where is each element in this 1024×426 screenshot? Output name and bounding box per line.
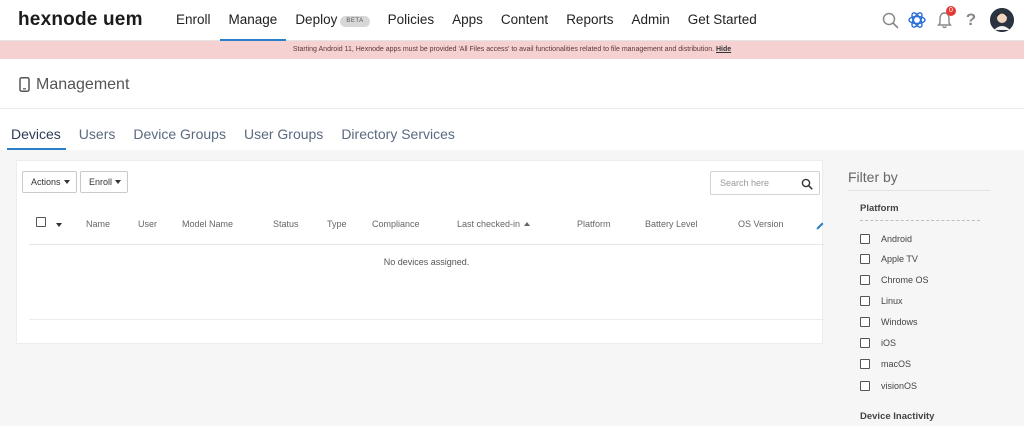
linux-checkbox[interactable]: [860, 296, 870, 306]
tab-directory-services[interactable]: Directory Services: [332, 120, 464, 150]
user-avatar[interactable]: [990, 8, 1014, 32]
chrome-os-checkbox[interactable]: [860, 275, 870, 285]
edit-columns-icon[interactable]: [815, 218, 825, 236]
nav-policies[interactable]: Policies: [379, 0, 444, 41]
filter-option-chrome-os[interactable]: Chrome OS: [860, 273, 929, 287]
tab-device-groups[interactable]: Device Groups: [124, 120, 235, 150]
nav-deploy-label: Deploy: [295, 12, 338, 27]
devices-panel: Actions Enroll Search here Name User Mod…: [16, 160, 824, 344]
mobile-device-icon: [19, 77, 30, 97]
actions-label: Actions: [31, 177, 61, 187]
filter-option-label: visionOS: [881, 381, 918, 391]
top-icons: 0 ?: [874, 6, 1014, 34]
sort-ascending-icon: [524, 222, 531, 226]
notice-banner: Starting Android 11, Hexnode apps must b…: [0, 41, 1024, 59]
filter-option-ios[interactable]: iOS: [860, 336, 896, 350]
filter-option-label: Chrome OS: [881, 275, 929, 285]
filter-option-android[interactable]: Android: [860, 232, 912, 246]
column-last-checked-in-label: Last checked-in: [457, 219, 521, 229]
nav-reports[interactable]: Reports: [557, 0, 622, 41]
apple-tv-checkbox[interactable]: [860, 254, 870, 264]
main-nav: Enroll Manage Deploy BETA Policies Apps C…: [167, 0, 766, 41]
page-title: Management: [36, 76, 130, 93]
top-navigation-bar: hexnode uem Enroll Manage Deploy BETA Pol…: [0, 0, 1024, 41]
filter-option-label: macOS: [881, 359, 912, 369]
beta-badge: BETA: [340, 16, 370, 27]
ios-checkbox[interactable]: [860, 338, 870, 348]
nav-content[interactable]: Content: [492, 0, 557, 41]
empty-state-message: No devices assigned.: [383, 257, 470, 267]
nav-apps[interactable]: Apps: [443, 0, 492, 41]
management-tabs: Devices Users Device Groups User Groups …: [0, 120, 464, 150]
nav-admin[interactable]: Admin: [622, 0, 678, 41]
select-all-checkbox[interactable]: [36, 217, 46, 227]
android-checkbox[interactable]: [860, 234, 870, 244]
hide-banner-link[interactable]: Hide: [716, 46, 731, 53]
enroll-label: Enroll: [89, 177, 113, 187]
search-input[interactable]: Search here: [710, 171, 820, 195]
nav-enroll[interactable]: Enroll: [167, 0, 220, 41]
filter-option-apple-tv[interactable]: Apple TV: [860, 252, 918, 266]
filter-option-windows[interactable]: Windows: [860, 315, 918, 329]
help-icon[interactable]: ?: [960, 9, 982, 31]
column-os-version[interactable]: OS Version: [738, 219, 784, 229]
macos-checkbox[interactable]: [860, 359, 870, 369]
filter-option-linux[interactable]: Linux: [860, 294, 903, 308]
search-placeholder: Search here: [720, 178, 770, 188]
filter-option-label: Android: [881, 234, 913, 244]
column-battery-level[interactable]: Battery Level: [645, 219, 698, 229]
filter-option-label: Apple TV: [881, 254, 918, 264]
filter-platform-heading: Platform: [860, 203, 899, 214]
tab-users[interactable]: Users: [70, 120, 125, 150]
banner-message: Starting Android 11, Hexnode apps must b…: [292, 46, 716, 53]
chevron-down-icon: [63, 180, 70, 184]
table-header: Name User Model Name Status Type Complia…: [29, 203, 824, 245]
filter-title: Filter by: [848, 169, 898, 185]
filter-option-label: iOS: [881, 338, 897, 348]
actions-button[interactable]: Actions: [22, 171, 77, 193]
column-user[interactable]: User: [138, 219, 157, 229]
windows-checkbox[interactable]: [860, 317, 870, 327]
column-status[interactable]: Status: [273, 219, 299, 229]
column-type[interactable]: Type: [327, 219, 347, 229]
search-icon[interactable]: [801, 177, 813, 195]
search-icon[interactable]: [879, 9, 901, 31]
enroll-button[interactable]: Enroll: [80, 171, 129, 193]
notification-badge: 0: [946, 6, 956, 16]
visionos-checkbox[interactable]: [860, 381, 870, 391]
table-bottom-divider: [29, 319, 824, 320]
filter-device-inactivity-heading: Device Inactivity: [860, 411, 935, 422]
notifications-icon[interactable]: 0: [933, 6, 956, 31]
chevron-down-icon: [115, 180, 122, 184]
nav-get-started[interactable]: Get Started: [679, 0, 766, 41]
filter-option-macos[interactable]: macOS: [860, 357, 911, 371]
column-model-name[interactable]: Model Name: [182, 219, 233, 229]
filter-divider: [848, 190, 990, 191]
nav-manage[interactable]: Manage: [219, 0, 287, 41]
hexnode-logo[interactable]: hexnode uem: [18, 9, 143, 31]
column-platform[interactable]: Platform: [577, 219, 611, 229]
tab-user-groups[interactable]: User Groups: [235, 120, 332, 150]
filter-option-label: Windows: [881, 317, 918, 327]
column-name[interactable]: Name: [86, 219, 110, 229]
tab-devices[interactable]: Devices: [0, 120, 70, 150]
page-header: Management: [0, 59, 1024, 109]
integrations-icon[interactable]: [906, 9, 928, 31]
column-compliance[interactable]: Compliance: [372, 219, 420, 229]
filter-option-visionos[interactable]: visionOS: [860, 379, 917, 393]
column-last-checked-in[interactable]: Last checked-in: [457, 219, 531, 229]
select-options-caret[interactable]: [56, 223, 62, 227]
filter-option-label: Linux: [881, 296, 903, 306]
filter-platform-divider: [860, 220, 980, 221]
nav-deploy[interactable]: Deploy BETA: [286, 0, 378, 41]
